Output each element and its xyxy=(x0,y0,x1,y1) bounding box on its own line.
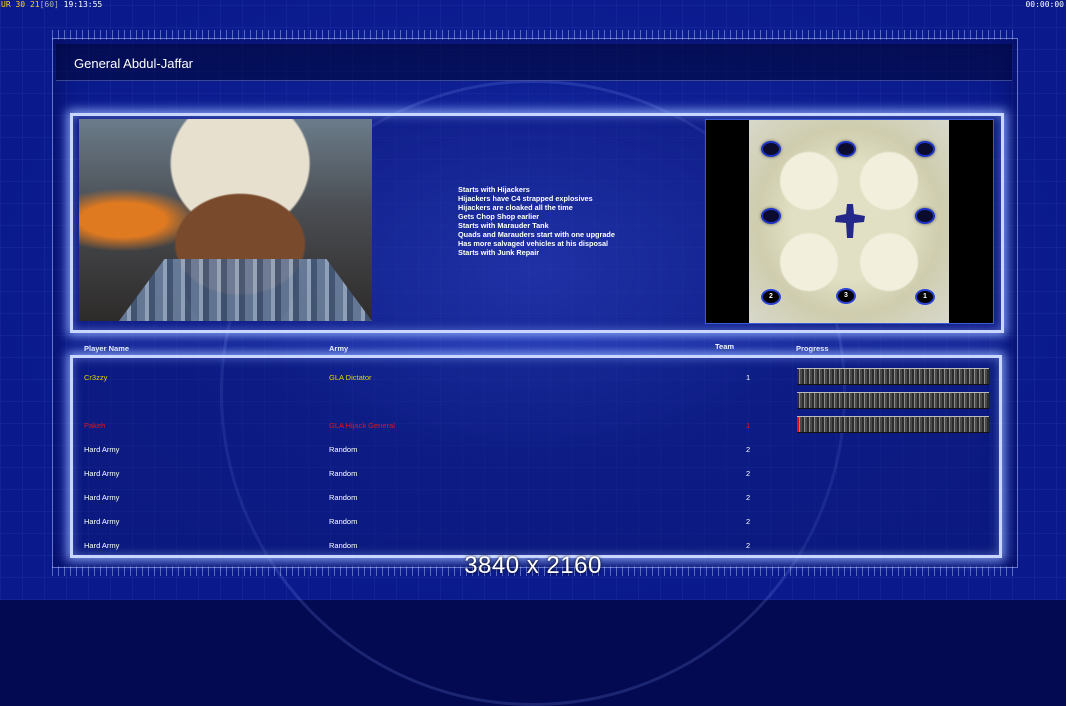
table-row: Cr3zzy GLA Dictator 1 xyxy=(73,360,999,385)
hud-num2: 21 xyxy=(29,0,40,9)
hud-stats: UR 30 21[60] 19:13:55 xyxy=(1,0,102,9)
header-progress: Progress xyxy=(796,344,829,353)
player-team: 2 xyxy=(746,469,751,478)
table-row: Hard Army Random 2 xyxy=(73,456,999,480)
trait-item: Hijackers are cloaked all the time xyxy=(458,203,573,212)
table-row: Hard Army Random 2 xyxy=(73,528,999,552)
load-progress-fill xyxy=(797,417,799,432)
hud-timer: 00:00:00 xyxy=(1025,0,1064,9)
player-army: Random xyxy=(329,517,358,526)
player-team: 2 xyxy=(746,517,751,526)
player-team: 1 xyxy=(746,421,751,430)
general-traits: Starts with Hijackers Hijackers have C4 … xyxy=(458,185,615,257)
table-row: Pakeh GLA Hijack General 1 xyxy=(73,408,999,433)
player-name: Hard Army xyxy=(84,493,120,502)
player-name: Hard Army xyxy=(84,469,120,478)
trait-item: Hijackers have C4 strapped explosives xyxy=(458,194,593,203)
map-center-lake xyxy=(835,204,865,238)
player-name: Hard Army xyxy=(84,445,120,454)
table-row: Hard Army Random 2 xyxy=(73,504,999,528)
player-name: Pakeh xyxy=(84,421,106,430)
hud-top-bar: UR 30 21[60] 19:13:55 00:00:00 xyxy=(0,0,1066,10)
hud-bracket: [60] xyxy=(39,0,59,9)
table-row xyxy=(73,384,999,409)
table-row: Hard Army Random 2 xyxy=(73,432,999,456)
player-army: Random xyxy=(329,541,358,550)
trait-item: Quads and Marauders start with one upgra… xyxy=(458,230,615,239)
start-position-label: 3 xyxy=(836,288,856,304)
hud-clock: 19:13:55 xyxy=(63,0,103,9)
start-position-label: 2 xyxy=(761,289,781,305)
general-title: General Abdul-Jaffar xyxy=(74,56,193,71)
table-row: Hard Army Random 2 xyxy=(73,480,999,504)
trait-item: Starts with Hijackers xyxy=(458,185,530,194)
header-team: Team xyxy=(715,342,735,351)
player-army: GLA Dictator xyxy=(329,373,372,382)
title-bar: General Abdul-Jaffar xyxy=(56,44,1012,81)
trait-item: Starts with Junk Repair xyxy=(458,248,540,257)
start-position-marker xyxy=(915,141,935,157)
player-team: 2 xyxy=(746,541,751,550)
trait-item: Has more salvaged vehicles at his dispos… xyxy=(458,239,609,248)
start-position-marker xyxy=(836,141,856,157)
player-name: Hard Army xyxy=(84,517,120,526)
resolution-overlay: 3840 x 2160 xyxy=(464,552,602,579)
portrait-shirt xyxy=(119,259,372,321)
minimap: 2 3 1 xyxy=(749,120,949,323)
general-portrait xyxy=(79,119,372,321)
start-position-marker xyxy=(761,141,781,157)
start-position-marker xyxy=(761,208,781,224)
player-army: GLA Hijack General xyxy=(329,421,395,430)
player-team: 1 xyxy=(746,373,751,382)
player-name: Cr3zzy xyxy=(84,373,108,382)
start-position-label: 1 xyxy=(915,289,935,305)
start-position-marker xyxy=(915,208,935,224)
trait-item: Gets Chop Shop earlier xyxy=(458,212,540,221)
load-progress-bar xyxy=(797,392,989,409)
header-player-name: Player Name xyxy=(84,344,130,353)
player-army: Random xyxy=(329,493,358,502)
player-name: Hard Army xyxy=(84,541,120,550)
hud-num1: 30 xyxy=(15,0,26,9)
general-info-panel: Starts with Hijackers Hijackers have C4 … xyxy=(70,113,1004,333)
load-progress-bar xyxy=(797,368,989,385)
load-progress-bar xyxy=(797,416,989,433)
player-team: 2 xyxy=(746,445,751,454)
player-army: Random xyxy=(329,469,358,478)
hud-prefix: UR xyxy=(1,0,11,9)
header-army: Army xyxy=(329,344,349,353)
player-team: 2 xyxy=(746,493,751,502)
player-table: Cr3zzy GLA Dictator 1 Pakeh GLA Hijack G… xyxy=(70,355,1002,558)
minimap-frame: 2 3 1 xyxy=(705,119,994,324)
player-army: Random xyxy=(329,445,358,454)
trait-item: Starts with Marauder Tank xyxy=(458,221,549,230)
